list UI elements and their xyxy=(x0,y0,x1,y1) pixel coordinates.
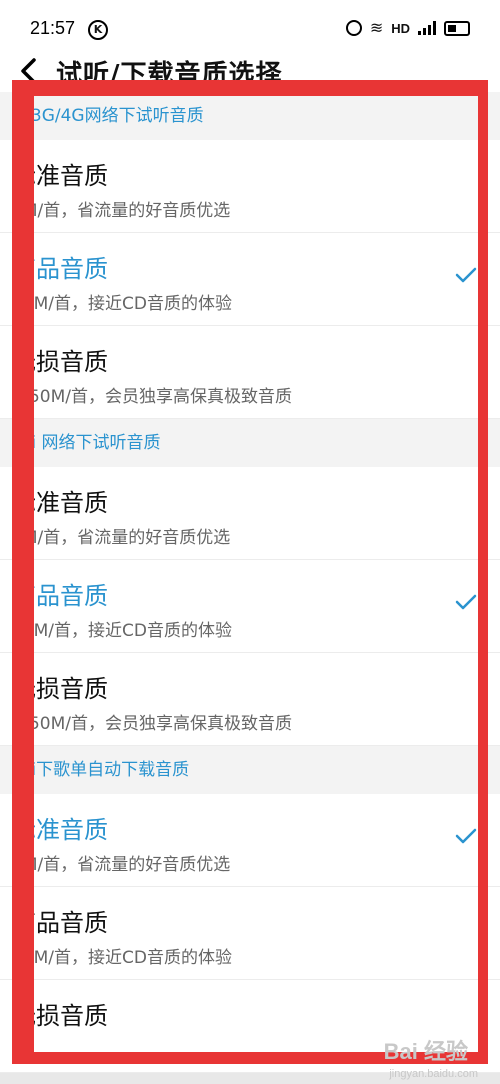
back-button[interactable] xyxy=(18,56,40,92)
checkmark-icon xyxy=(454,590,478,614)
quality-option-label: 无损音质 xyxy=(12,348,108,376)
quality-settings-list[interactable]: G/3G/4G网络下试听音质 标准音质 5M/首，省流量的好音质优选 高品音质 10M/… xyxy=(0,92,500,1084)
wifi-icon: ≋ xyxy=(369,20,384,37)
quality-option-description: 10M/首，接近CD音质的体验 xyxy=(12,948,232,968)
quality-option[interactable]: 高品音质 10M/首，接近CD音质的体验 xyxy=(0,560,500,653)
quality-option-label: 无损音质 xyxy=(12,1002,108,1030)
quality-option[interactable]: 高品音质 10M/首，接近CD音质的体验 xyxy=(0,887,500,980)
alarm-icon xyxy=(345,20,362,36)
quality-option[interactable]: 标准音质 5M/首，省流量的好音质优选 xyxy=(0,140,500,233)
quality-option-label: 标准音质 xyxy=(12,816,108,844)
quality-option-label: 标准音质 xyxy=(12,162,108,190)
page-title: 试听/下载音质选择 xyxy=(56,60,283,90)
quality-option[interactable]: 标准音质 5M/首，省流量的好音质优选 xyxy=(0,794,500,887)
status-icons: ≋ HD xyxy=(345,18,470,38)
quality-option-description: 0-50M/首，会员独享高保真极致音质 xyxy=(12,714,292,734)
quality-option-description: 10M/首，接近CD音质的体验 xyxy=(12,294,232,314)
quality-option-description: 5M/首，省流量的好音质优选 xyxy=(12,201,231,221)
section-header: G/3G/4G网络下试听音质 xyxy=(0,92,500,140)
watermark-url: jingyan.baidu.com xyxy=(389,1068,478,1080)
quality-option-label: 高品音质 xyxy=(12,582,108,610)
title-bar: 试听/下载音质选择 xyxy=(0,52,500,92)
section-header: i-Fi下歌单自动下载音质 xyxy=(0,746,500,794)
signal-icon xyxy=(418,21,436,35)
k-badge-icon: K xyxy=(88,20,108,40)
quality-option-label: 高品音质 xyxy=(12,255,108,283)
quality-option-label: 高品音质 xyxy=(12,909,108,937)
battery-icon xyxy=(444,20,470,36)
checkmark-icon xyxy=(454,824,478,848)
quality-option-description: 5M/首，省流量的好音质优选 xyxy=(12,528,231,548)
watermark-brand: Bai 经验 xyxy=(383,1039,468,1064)
quality-option-label: 无损音质 xyxy=(12,675,108,703)
quality-option[interactable]: 无损音质 0-50M/首，会员独享高保真极致音质 xyxy=(0,653,500,746)
quality-option[interactable]: 标准音质 5M/首，省流量的好音质优选 xyxy=(0,467,500,560)
status-bar: 21:57 K ≋ HD xyxy=(0,0,500,52)
quality-option-description: 5M/首，省流量的好音质优选 xyxy=(12,855,231,875)
section-header: i-Fi 网络下试听音质 xyxy=(0,419,500,467)
checkmark-icon xyxy=(454,263,478,287)
chevron-left-icon xyxy=(21,58,36,84)
quality-option-label: 标准音质 xyxy=(12,489,108,517)
quality-option-description: 10M/首，接近CD音质的体验 xyxy=(12,621,232,641)
quality-option[interactable]: 高品音质 10M/首，接近CD音质的体验 xyxy=(0,233,500,326)
status-time: 21:57 xyxy=(30,18,76,38)
quality-option[interactable]: 无损音质 0-50M/首，会员独享高保真极致音质 xyxy=(0,326,500,419)
network-hd-label: HD xyxy=(391,20,410,36)
quality-option-description: 0-50M/首，会员独享高保真极致音质 xyxy=(12,387,292,407)
